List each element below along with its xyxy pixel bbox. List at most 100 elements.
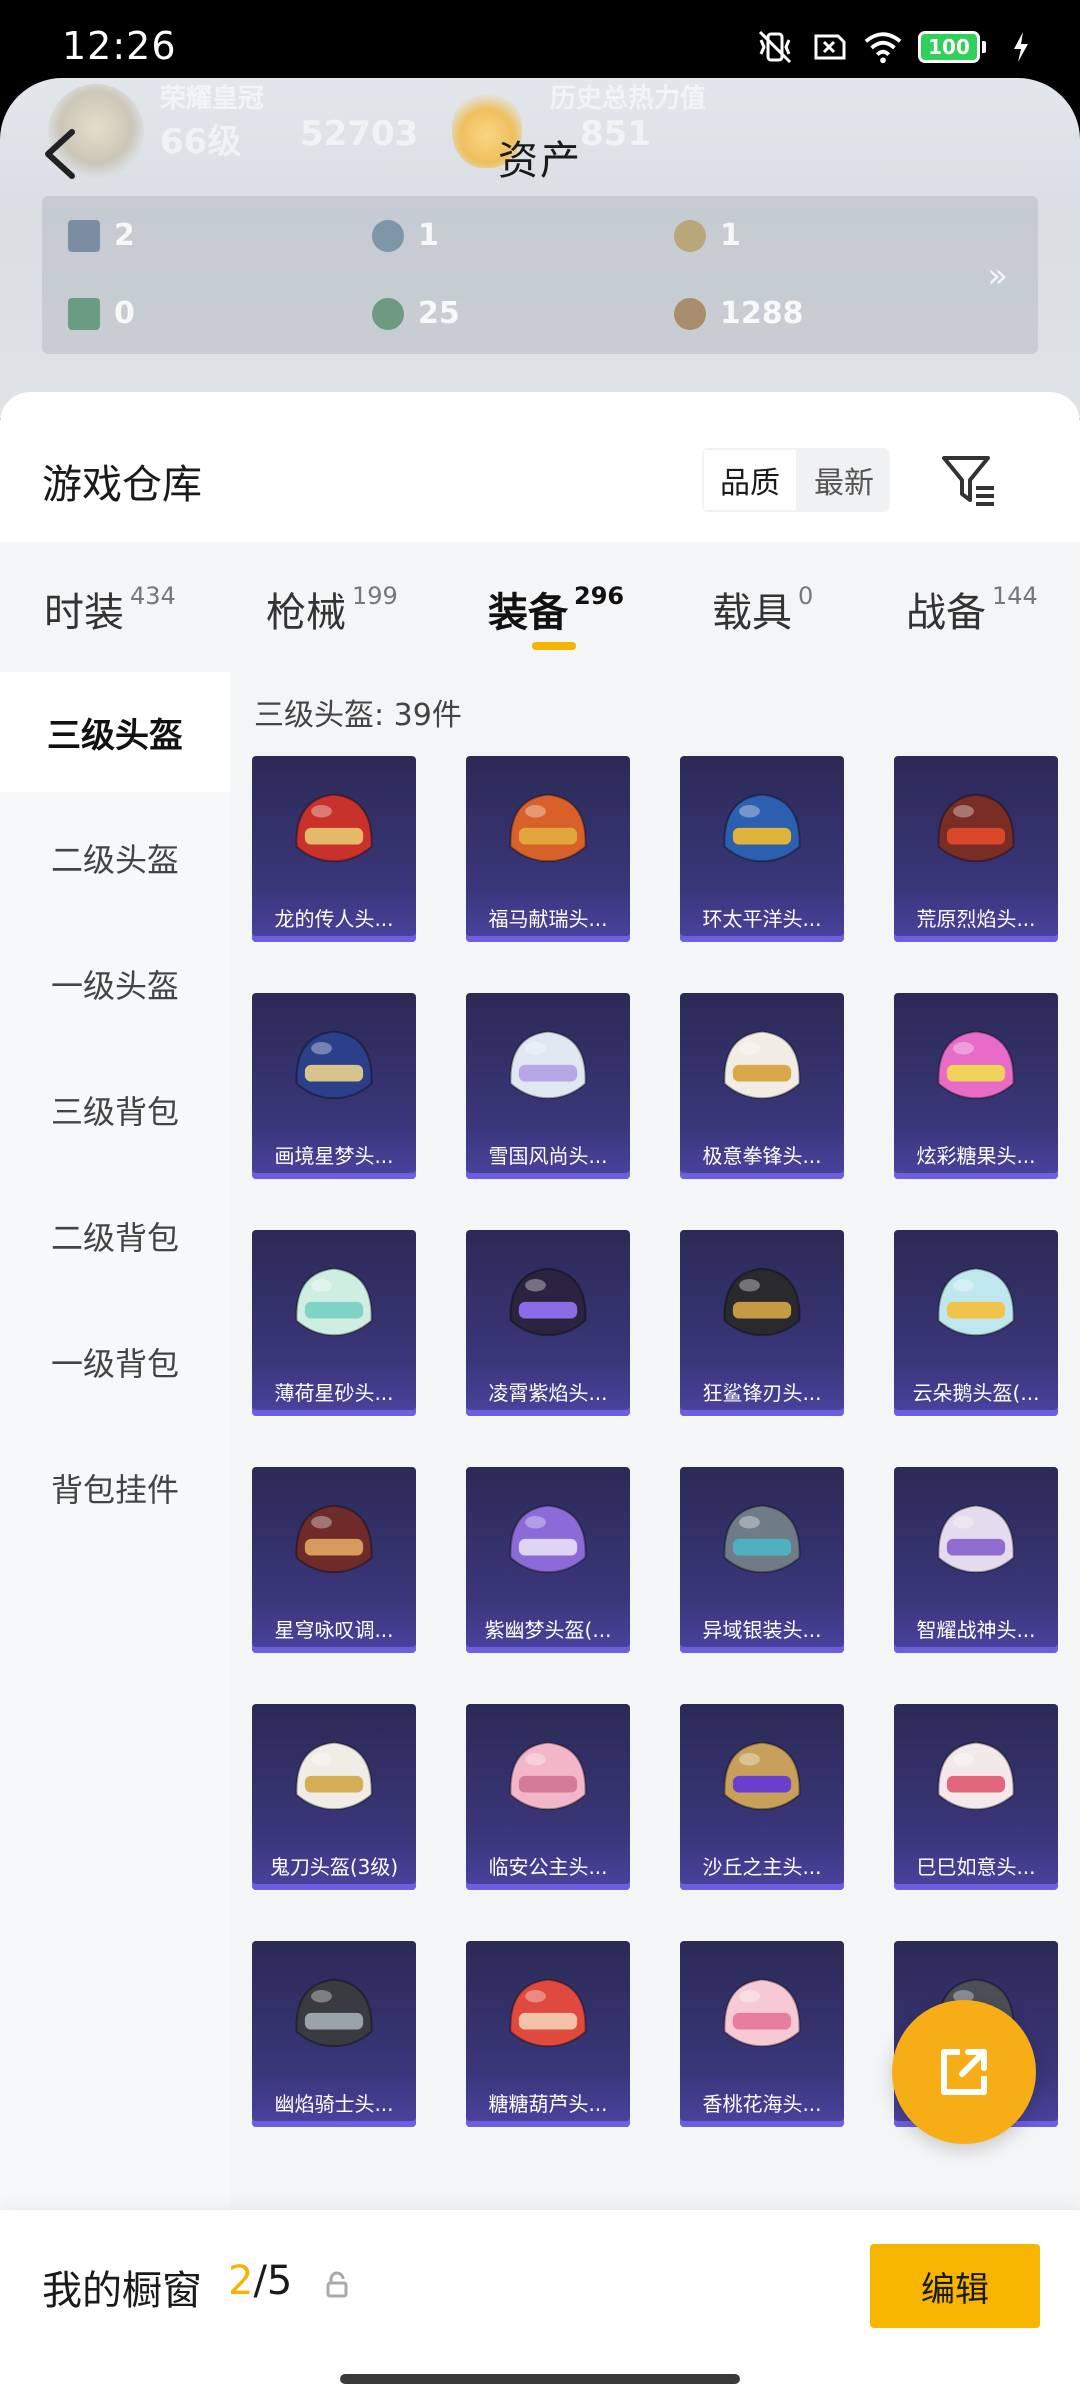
item-card[interactable]: 画境星梦头...: [252, 993, 416, 1179]
item-name: 龙的传人头...: [274, 907, 394, 931]
double-chevron-right-icon[interactable]: »: [987, 256, 1008, 296]
helmet-icon: [937, 793, 1015, 863]
helmet-icon: [723, 1504, 801, 1574]
sim-off-icon: [810, 28, 848, 66]
item-name: 鬼刀头盔(3级): [269, 1855, 399, 1879]
filter-icon: [942, 456, 994, 506]
home-indicator[interactable]: [340, 2374, 740, 2384]
ghost-heat-label: 历史总热力值: [550, 84, 707, 114]
item-card[interactable]: 智耀战神头...: [894, 1467, 1058, 1653]
sidebar-item-backpack-1[interactable]: 一级背包: [0, 1302, 230, 1422]
item-card[interactable]: 薄荷星砂头...: [252, 1230, 416, 1416]
sidebar-item-helmet-2[interactable]: 二级头盔: [0, 798, 230, 918]
helmet-icon: [937, 1741, 1015, 1811]
helmet-icon: [295, 1978, 373, 2048]
sidebar-item-helmet-1[interactable]: 一级头盔: [0, 924, 230, 1044]
helmet-icon: [723, 793, 801, 863]
helmet-icon: [295, 1267, 373, 1337]
sidebar-item-backpack-charm[interactable]: 背包挂件: [0, 1428, 230, 1548]
item-card[interactable]: 糖糖葫芦头...: [466, 1941, 630, 2127]
tab-label: 载具: [712, 590, 792, 636]
page-title: 资产: [498, 138, 582, 184]
tab-fashion[interactable]: 时装 434: [44, 580, 176, 638]
item-card[interactable]: 幽焰骑士头...: [252, 1941, 416, 2127]
helmet-icon: [723, 1978, 801, 2048]
tab-label: 时装: [44, 590, 124, 636]
item-name: 沙丘之主头...: [702, 1855, 822, 1879]
ghost-rank-text: 荣耀皇冠: [160, 84, 265, 114]
item-name: 临安公主头...: [488, 1855, 608, 1879]
asset-item: 1288: [674, 296, 804, 331]
grid-heading: 三级头盔: 39件: [254, 698, 462, 733]
item-card[interactable]: 巳巳如意头...: [894, 1704, 1058, 1890]
tab-label: 枪械: [266, 590, 346, 636]
item-card[interactable]: 香桃花海头...: [680, 1941, 844, 2127]
asset-summary-panel[interactable]: 2 1 1 0 25 1288 »: [42, 196, 1038, 354]
item-name: 凌霄紫焰头...: [488, 1381, 608, 1405]
item-card[interactable]: 龙的传人头...: [252, 756, 416, 942]
helmet-icon: [509, 1978, 587, 2048]
item-name: 巳巳如意头...: [916, 1855, 1036, 1879]
asset-value: 0: [114, 296, 135, 331]
showcase-current: 2: [228, 2258, 254, 2304]
card-icon: [68, 219, 100, 252]
helmet-icon: [723, 1030, 801, 1100]
asset-value: 2: [114, 218, 135, 253]
item-card[interactable]: 星穹咏叹调...: [252, 1467, 416, 1653]
item-card[interactable]: 紫幽梦头盔(...: [466, 1467, 630, 1653]
item-grid: 三级头盔: 39件 龙的传人头... 福马献瑞头... 环太平洋头... 荒原烈焰头.…: [230, 672, 1080, 2222]
battery-level: 100: [918, 31, 980, 63]
helmet-icon: [295, 1030, 373, 1100]
tab-equipment[interactable]: 装备 296: [488, 580, 624, 638]
helmet-icon: [937, 1267, 1015, 1337]
item-card[interactable]: 炫彩糖果头...: [894, 993, 1058, 1179]
tab-weapons[interactable]: 枪械 199: [266, 580, 398, 638]
item-name: 狂鲨锋刃头...: [702, 1381, 822, 1405]
asset-item: 25: [372, 296, 460, 331]
asset-value: 1: [418, 218, 439, 253]
item-name: 福马献瑞头...: [488, 907, 608, 931]
item-name: 云朵鹅头盔(...: [912, 1381, 1040, 1405]
helmet-icon: [509, 1741, 587, 1811]
helmet-icon: [937, 1504, 1015, 1574]
tab-vehicles[interactable]: 载具 0: [712, 580, 813, 638]
helmet-icon: [509, 1504, 587, 1574]
item-name: 紫幽梦头盔(...: [484, 1618, 612, 1642]
sidebar-item-backpack-3[interactable]: 三级背包: [0, 1050, 230, 1170]
tab-count: 0: [798, 582, 814, 610]
item-card[interactable]: 雪国风尚头...: [466, 993, 630, 1179]
tab-label: 战备: [906, 590, 986, 636]
sort-quality-button[interactable]: 品质: [702, 448, 798, 512]
item-card[interactable]: 狂鲨锋刃头...: [680, 1230, 844, 1416]
item-card[interactable]: 云朵鹅头盔(...: [894, 1230, 1058, 1416]
active-tab-indicator: [532, 642, 576, 650]
tab-supplies[interactable]: 战备 144: [906, 580, 1038, 638]
item-card[interactable]: 环太平洋头...: [680, 756, 844, 942]
item-card[interactable]: 凌霄紫焰头...: [466, 1230, 630, 1416]
edit-button[interactable]: 编辑: [870, 2244, 1040, 2328]
helmet-icon: [509, 793, 587, 863]
item-card[interactable]: 鬼刀头盔(3级): [252, 1704, 416, 1890]
item-card[interactable]: 临安公主头...: [466, 1704, 630, 1890]
item-card[interactable]: 沙丘之主头...: [680, 1704, 844, 1890]
helmet-icon: [509, 1267, 587, 1337]
green-coin-icon: [372, 297, 404, 330]
filter-button[interactable]: [938, 450, 998, 510]
item-card[interactable]: 极意拳锋头...: [680, 993, 844, 1179]
helmet-icon: [295, 1504, 373, 1574]
tab-count: 434: [130, 582, 176, 610]
item-name: 薄荷星砂头...: [274, 1381, 394, 1405]
item-card[interactable]: 荒原烈焰头...: [894, 756, 1058, 942]
item-name: 荒原烈焰头...: [916, 907, 1036, 931]
item-name: 极意拳锋头...: [702, 1144, 822, 1168]
item-card[interactable]: 福马献瑞头...: [466, 756, 630, 942]
sidebar-item-backpack-2[interactable]: 二级背包: [0, 1176, 230, 1296]
tab-count: 296: [574, 582, 625, 610]
wifi-icon: [864, 28, 902, 66]
item-card[interactable]: 异域银装头...: [680, 1467, 844, 1653]
item-name: 星穹咏叹调...: [274, 1618, 394, 1642]
sort-newest-button[interactable]: 最新: [798, 448, 890, 512]
item-name: 香桃花海头...: [702, 2092, 822, 2116]
sidebar-item-helmet-3[interactable]: 三级头盔: [0, 672, 230, 792]
share-button[interactable]: [892, 2000, 1036, 2144]
